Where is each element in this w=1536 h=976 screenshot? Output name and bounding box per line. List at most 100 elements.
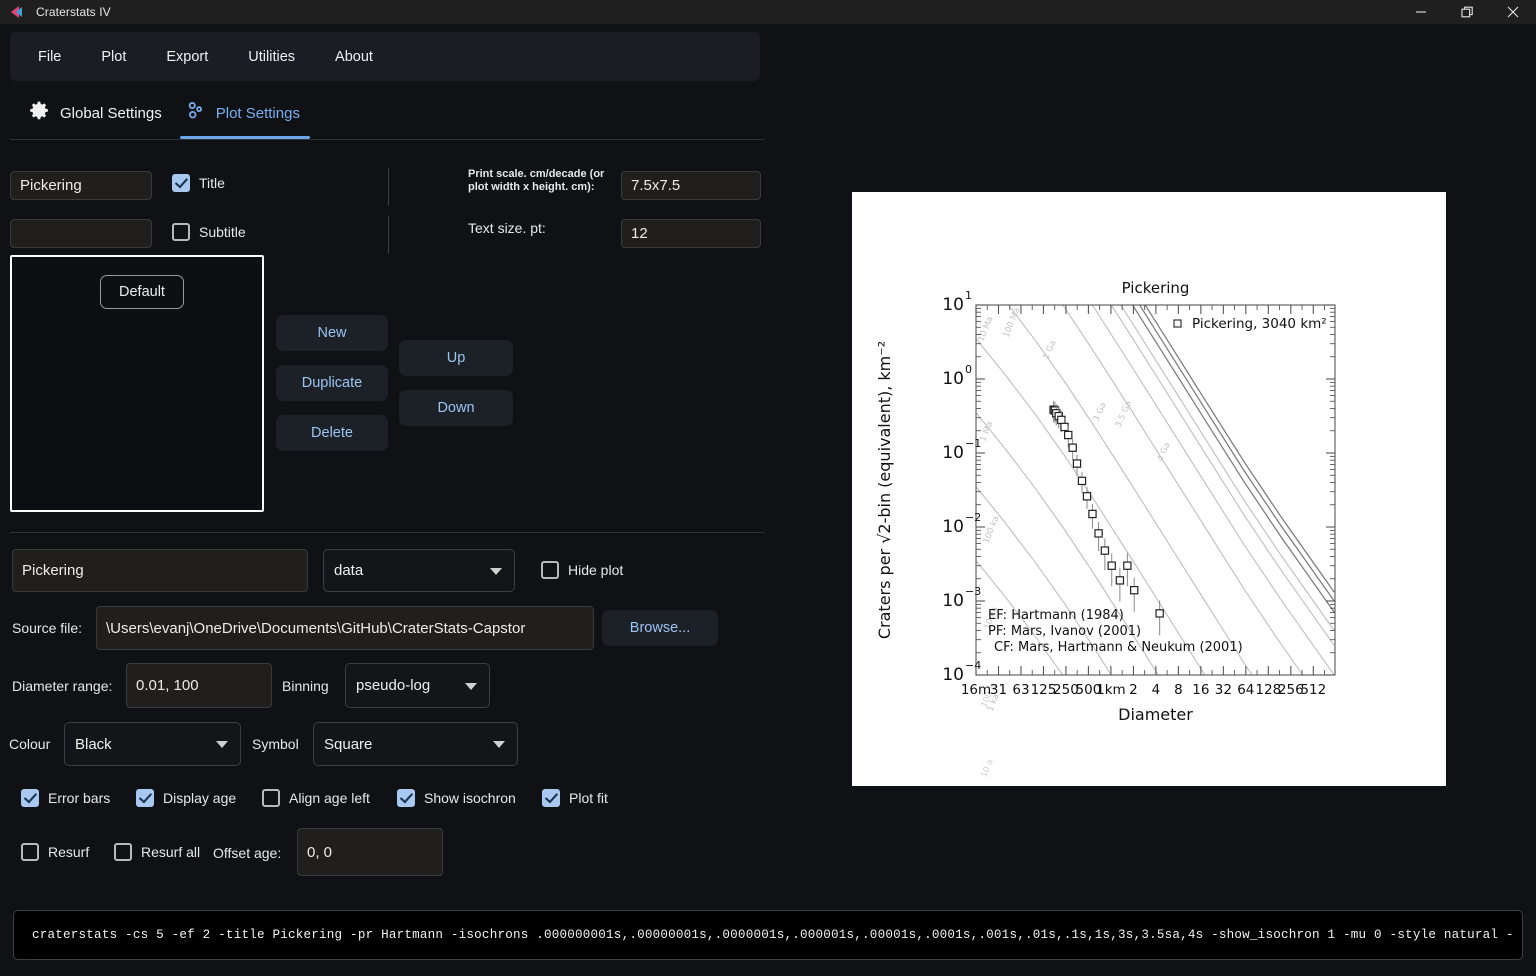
svg-text:0: 0: [965, 363, 972, 376]
svg-text:32: 32: [1215, 682, 1232, 698]
show-isochron-checkbox[interactable]: [397, 789, 415, 807]
tab-global-settings-label: Global Settings: [60, 105, 162, 122]
svg-text:Pickering, 3040 km²: Pickering, 3040 km²: [1192, 316, 1327, 332]
resurf-label: Resurf: [48, 844, 89, 860]
hide-plot-row[interactable]: Hide plot: [541, 561, 623, 579]
delete-button[interactable]: Delete: [276, 415, 388, 451]
source-file-input[interactable]: [96, 606, 594, 650]
source-file-label: Source file:: [12, 620, 82, 636]
svg-text:16m: 16m: [961, 682, 991, 698]
browse-button[interactable]: Browse...: [602, 610, 718, 646]
error-bars-label: Error bars: [48, 790, 110, 806]
colour-value: Black: [75, 736, 112, 753]
subtitle-checkbox-row[interactable]: Subtitle: [172, 223, 246, 241]
binning-label: Binning: [282, 678, 329, 694]
svg-text:CF: Mars, Hartmann & Neukum (2: CF: Mars, Hartmann & Neukum (2001): [994, 640, 1243, 655]
binning-value: pseudo-log: [356, 677, 430, 694]
resurf-all-label: Resurf all: [141, 844, 200, 860]
duplicate-button[interactable]: Duplicate: [276, 365, 388, 401]
new-button[interactable]: New: [276, 315, 388, 351]
maximize-button[interactable]: [1444, 0, 1490, 24]
chevron-down-icon: [493, 741, 505, 748]
resurf-row[interactable]: Resurf: [21, 843, 89, 861]
svg-text:Diameter: Diameter: [1118, 705, 1193, 724]
svg-text:−1: −1: [965, 437, 981, 450]
series-type-value: data: [334, 562, 363, 579]
align-age-left-checkbox[interactable]: [262, 789, 280, 807]
title-checkbox[interactable]: [172, 174, 190, 192]
plot-canvas: Pickering10 Ma100 Ma1 Ga3 Ga3.5 Ga4 Ga1 …: [852, 192, 1446, 786]
plot-subtitle-input[interactable]: [10, 219, 152, 248]
down-button[interactable]: Down: [399, 390, 513, 426]
svg-text:10: 10: [942, 517, 964, 537]
series-name-input[interactable]: [12, 549, 308, 592]
resurf-all-checkbox[interactable]: [114, 843, 132, 861]
section-divider: [10, 532, 765, 533]
plot-fit-row[interactable]: Plot fit: [542, 789, 608, 807]
error-bars-row[interactable]: Error bars: [21, 789, 110, 807]
svg-text:Pickering: Pickering: [1122, 279, 1190, 297]
chevron-down-icon: [465, 683, 477, 690]
svg-text:3.5 Ga: 3.5 Ga: [1114, 400, 1135, 430]
text-size-input[interactable]: [621, 219, 761, 248]
display-age-row[interactable]: Display age: [136, 789, 236, 807]
window-controls: [1398, 0, 1536, 24]
title-checkbox-row[interactable]: Title: [172, 174, 225, 192]
resurf-all-row[interactable]: Resurf all: [114, 843, 200, 861]
svg-text:10 Ma: 10 Ma: [977, 315, 996, 343]
diameter-range-input[interactable]: [126, 663, 272, 708]
subtitle-checkbox[interactable]: [172, 223, 190, 241]
svg-text:10: 10: [942, 591, 964, 611]
offset-age-input[interactable]: [297, 828, 443, 876]
minimize-button[interactable]: [1398, 0, 1444, 24]
svg-text:10 a: 10 a: [980, 758, 996, 779]
diameter-range-label: Diameter range:: [12, 678, 112, 694]
nodes-icon: [184, 100, 206, 127]
svg-text:1: 1: [965, 289, 972, 302]
display-age-label: Display age: [163, 790, 236, 806]
menubar: File Plot Export Utilities About: [10, 32, 760, 81]
svg-text:2: 2: [1129, 682, 1138, 698]
menu-utilities[interactable]: Utilities: [234, 43, 309, 71]
series-type-select[interactable]: data: [323, 549, 515, 592]
symbol-select[interactable]: Square: [313, 722, 518, 766]
tab-plot-settings-label: Plot Settings: [216, 105, 300, 122]
svg-text:1 Ga: 1 Ga: [1042, 339, 1059, 361]
align-age-left-row[interactable]: Align age left: [262, 789, 370, 807]
binning-select[interactable]: pseudo-log: [345, 663, 490, 708]
settings-tabs: Global Settings Plot Settings: [20, 94, 314, 139]
print-scale-input[interactable]: [621, 171, 761, 200]
show-isochron-row[interactable]: Show isochron: [397, 789, 516, 807]
plot-list-box[interactable]: Default: [10, 255, 264, 512]
list-item-default[interactable]: Default: [100, 275, 184, 309]
svg-text:1km: 1km: [1096, 682, 1126, 698]
menu-about[interactable]: About: [321, 43, 387, 71]
plot-fit-checkbox[interactable]: [542, 789, 560, 807]
tab-global-settings[interactable]: Global Settings: [20, 94, 176, 139]
svg-text:100 ka: 100 ka: [982, 515, 1002, 546]
svg-text:EF: Hartmann (1984): EF: Hartmann (1984): [988, 608, 1124, 623]
menu-plot[interactable]: Plot: [87, 43, 140, 71]
resurf-checkbox[interactable]: [21, 843, 39, 861]
svg-text:3 Ga: 3 Ga: [1092, 401, 1109, 423]
svg-text:−2: −2: [965, 511, 981, 524]
svg-text:10: 10: [942, 369, 964, 389]
plot-title-input[interactable]: [10, 171, 152, 200]
hide-plot-checkbox[interactable]: [541, 561, 559, 579]
menu-export[interactable]: Export: [152, 43, 222, 71]
svg-text:8: 8: [1174, 682, 1183, 698]
colour-select[interactable]: Black: [64, 722, 241, 766]
chevron-down-icon: [216, 741, 228, 748]
error-bars-checkbox[interactable]: [21, 789, 39, 807]
command-line-bar[interactable]: craterstats -cs 5 -ef 2 -title Pickering…: [13, 910, 1523, 960]
row-divider-2: [388, 216, 389, 254]
window-title: Craterstats IV: [36, 5, 111, 19]
menu-file[interactable]: File: [24, 43, 75, 71]
tab-plot-settings[interactable]: Plot Settings: [176, 94, 314, 139]
svg-text:63: 63: [1012, 682, 1029, 698]
print-scale-label: Print scale. cm/decade (or plot width x …: [468, 168, 618, 194]
svg-text:512: 512: [1300, 682, 1326, 698]
close-button[interactable]: [1490, 0, 1536, 24]
display-age-checkbox[interactable]: [136, 789, 154, 807]
up-button[interactable]: Up: [399, 340, 513, 376]
